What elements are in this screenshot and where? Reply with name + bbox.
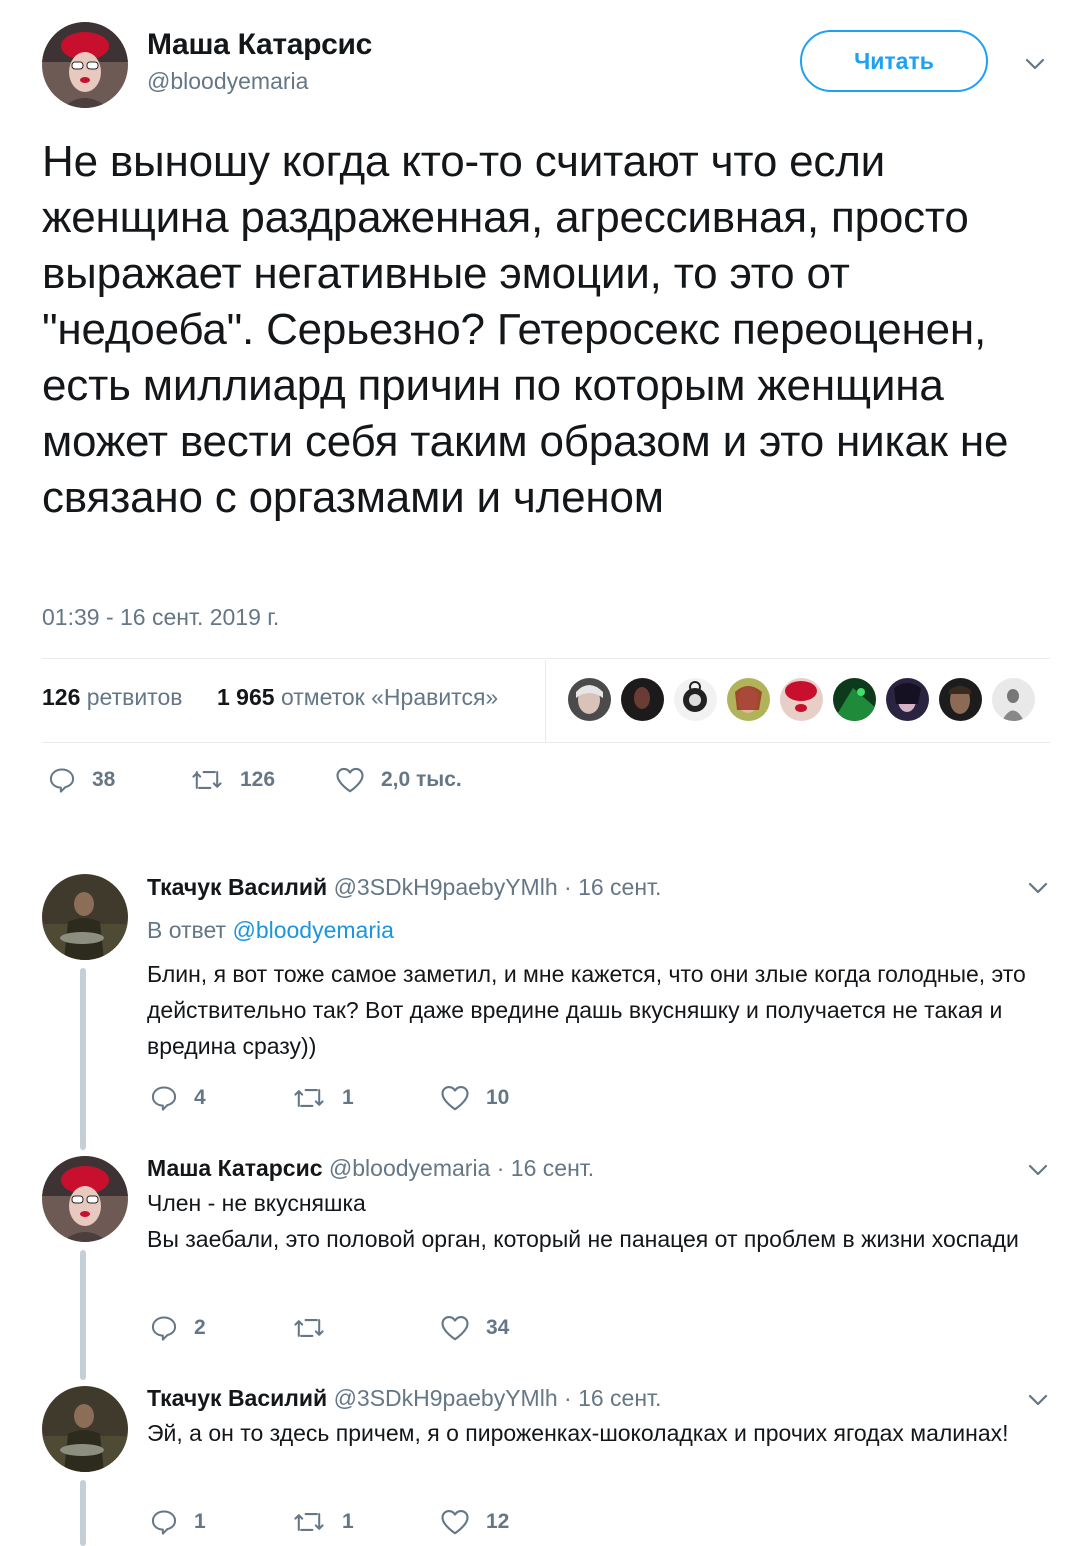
reply-text: Эй, а он то здесь причем, я о пироженках… <box>147 1420 1009 1446</box>
reply-actions: 2 34 <box>0 1314 1072 1354</box>
reply-header: Ткачук Василий @3SDkH9paebyYMlh · 16 сен… <box>147 1385 661 1412</box>
tweet-actions: 38 126 2,0 тыс. <box>0 766 1072 806</box>
divider <box>42 658 1050 659</box>
reply-icon <box>151 1510 177 1535</box>
reply-author-handle[interactable]: @3SDkH9paebyYMlh <box>334 874 558 900</box>
liker-avatar[interactable] <box>939 678 982 721</box>
chevron-down-icon[interactable] <box>1026 1158 1050 1182</box>
retweets-stat[interactable]: 126 ретвитов <box>42 684 182 711</box>
liker-avatar[interactable] <box>621 678 664 721</box>
reply-header: Маша Катарсис @bloodyemaria · 16 сент. <box>147 1155 594 1182</box>
chevron-down-icon[interactable] <box>1026 876 1050 900</box>
retweet-button[interactable]: 1 <box>292 1508 354 1536</box>
tweet-timestamp[interactable]: 01:39 - 16 сент. 2019 г. <box>42 604 279 631</box>
like-button[interactable]: 12 <box>440 1508 509 1536</box>
retweet-count: 1 <box>342 1510 354 1533</box>
retweet-count: 126 <box>240 768 276 791</box>
like-button[interactable]: 34 <box>440 1314 509 1342</box>
retweet-icon <box>192 771 222 789</box>
reply-to-label: В ответ <box>147 917 227 943</box>
reply-author-handle[interactable]: @3SDkH9paebyYMlh <box>334 1385 558 1411</box>
heart-icon <box>441 1085 469 1111</box>
follow-button[interactable]: Читать <box>800 30 988 92</box>
liker-avatar[interactable] <box>674 678 717 721</box>
reply-icon <box>151 1316 177 1341</box>
reply-to-line: В ответ @bloodyemaria <box>147 917 394 944</box>
liker-avatar[interactable] <box>886 678 929 721</box>
liker-avatar[interactable] <box>568 678 611 721</box>
like-count: 10 <box>486 1086 510 1109</box>
reply-time[interactable]: · 16 сент. <box>564 874 661 900</box>
like-count: 34 <box>486 1316 510 1339</box>
liker-avatar[interactable] <box>992 678 1035 721</box>
reply-avatar[interactable] <box>42 1156 128 1242</box>
heart-icon <box>441 1509 469 1535</box>
retweets-count: 126 <box>42 684 81 710</box>
tweet-text: Не выношу когда кто-то считают что если … <box>42 137 1009 522</box>
chevron-down-icon[interactable] <box>1026 1388 1050 1412</box>
retweet-icon <box>294 1513 324 1531</box>
liker-avatar[interactable] <box>780 678 823 721</box>
reply-text-line: Вы заебали, это половой орган, который н… <box>147 1226 1019 1252</box>
chevron-down-icon[interactable] <box>1023 52 1047 76</box>
reply-avatar[interactable] <box>42 1386 128 1472</box>
retweet-count: 1 <box>342 1086 354 1109</box>
reply-avatar[interactable] <box>42 874 128 960</box>
retweet-button[interactable]: 1 <box>292 1084 354 1112</box>
likes-count: 1 965 <box>217 684 275 710</box>
divider <box>545 660 546 742</box>
reply-text: Блин, я вот тоже самое заметил, и мне ка… <box>147 961 1026 1059</box>
heart-icon <box>441 1315 469 1341</box>
divider <box>42 742 1050 743</box>
like-button[interactable]: 2,0 тыс. <box>335 766 462 794</box>
likes-stat[interactable]: 1 965 отметок «Нравится» <box>217 684 498 711</box>
reply-to-mention[interactable]: @bloodyemaria <box>232 917 393 943</box>
reply-text-line: Член - не вкусняшка <box>147 1190 366 1216</box>
like-count: 12 <box>486 1510 510 1533</box>
reply-author-name[interactable]: Ткачук Василий <box>147 1385 327 1411</box>
retweet-icon <box>294 1319 324 1337</box>
reply-icon <box>151 1086 177 1111</box>
reply-button[interactable]: 2 <box>150 1314 206 1342</box>
reply-author-name[interactable]: Маша Катарсис <box>147 1155 323 1181</box>
retweet-button[interactable] <box>292 1314 342 1342</box>
reply-count: 38 <box>92 768 116 791</box>
reply-count: 1 <box>194 1510 206 1533</box>
reply-time[interactable]: · 16 сент. <box>564 1385 661 1411</box>
liker-avatar[interactable] <box>727 678 770 721</box>
reply-count: 4 <box>194 1086 206 1109</box>
reply-count: 2 <box>194 1316 206 1339</box>
reply-author-handle[interactable]: @bloodyemaria <box>329 1155 490 1181</box>
heart-icon <box>336 767 364 793</box>
retweet-icon <box>294 1089 324 1107</box>
reply-header: Ткачук Василий @3SDkH9paebyYMlh · 16 сен… <box>147 874 661 901</box>
reply-button[interactable]: 4 <box>150 1084 206 1112</box>
like-button[interactable]: 10 <box>440 1084 509 1112</box>
like-count: 2,0 тыс. <box>381 768 462 791</box>
reply-actions: 1 1 12 <box>0 1508 1072 1546</box>
reply-button[interactable]: 38 <box>48 766 115 794</box>
reply-icon <box>49 768 75 793</box>
likers-avatars <box>568 678 1035 721</box>
liker-avatar[interactable] <box>833 678 876 721</box>
author-name[interactable]: Маша Катарсис <box>147 28 372 62</box>
author-handle[interactable]: @bloodyemaria <box>147 68 308 95</box>
retweets-label: ретвитов <box>86 684 183 710</box>
reply-actions: 4 1 10 <box>0 1084 1072 1124</box>
reply-button[interactable]: 1 <box>150 1508 206 1536</box>
reply-time[interactable]: · 16 сент. <box>497 1155 594 1181</box>
author-avatar[interactable] <box>42 22 128 108</box>
likes-label: отметок «Нравится» <box>280 684 499 710</box>
retweet-button[interactable]: 126 <box>190 766 275 794</box>
reply-author-name[interactable]: Ткачук Василий <box>147 874 327 900</box>
